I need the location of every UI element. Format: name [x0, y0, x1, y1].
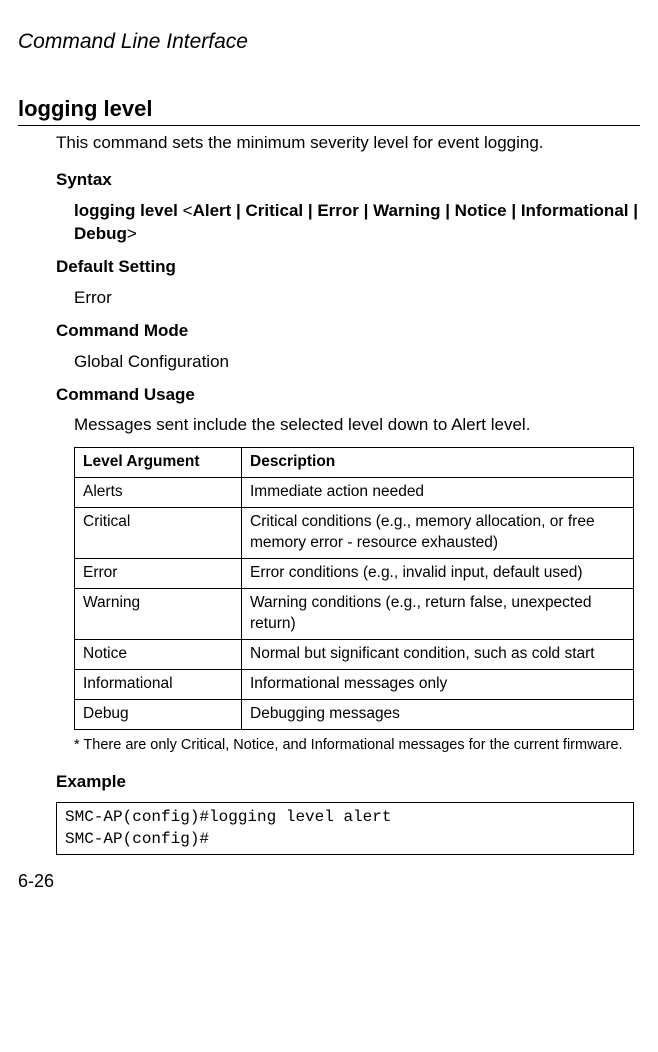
command-mode-heading: Command Mode — [56, 320, 640, 343]
table-header-row: Level Argument Description — [75, 448, 634, 478]
cell-desc: Informational messages only — [242, 669, 634, 699]
section-description: This command sets the minimum severity l… — [56, 132, 640, 155]
command-usage-text: Messages sent include the selected level… — [74, 414, 640, 437]
cell-arg: Alerts — [75, 478, 242, 508]
cell-arg: Debug — [75, 699, 242, 729]
table-row: Error Error conditions (e.g., invalid in… — [75, 559, 634, 589]
command-usage-heading: Command Usage — [56, 384, 640, 407]
cell-desc: Immediate action needed — [242, 478, 634, 508]
table-row: Critical Critical conditions (e.g., memo… — [75, 508, 634, 559]
cell-arg: Warning — [75, 589, 242, 640]
table-row: Notice Normal but significant condition,… — [75, 639, 634, 669]
table-row: Informational Informational messages onl… — [75, 669, 634, 699]
th-description: Description — [242, 448, 634, 478]
cell-desc: Normal but significant condition, such a… — [242, 639, 634, 669]
th-level-argument: Level Argument — [75, 448, 242, 478]
default-setting-heading: Default Setting — [56, 256, 640, 279]
syntax-text: logging level <Alert | Critical | Error … — [74, 200, 640, 246]
command-mode-value: Global Configuration — [74, 351, 640, 374]
cell-arg: Notice — [75, 639, 242, 669]
example-heading: Example — [56, 771, 640, 794]
cell-arg: Critical — [75, 508, 242, 559]
cell-arg: Informational — [75, 669, 242, 699]
levels-table: Level Argument Description Alerts Immedi… — [74, 447, 634, 729]
table-footnote: * There are only Critical, Notice, and I… — [84, 736, 640, 756]
cell-desc: Critical conditions (e.g., memory alloca… — [242, 508, 634, 559]
page-number: 6-26 — [18, 869, 640, 893]
example-code-block: SMC-AP(config)#logging level alert SMC-A… — [56, 802, 634, 855]
table-row: Alerts Immediate action needed — [75, 478, 634, 508]
cell-desc: Debugging messages — [242, 699, 634, 729]
default-setting-value: Error — [74, 287, 640, 310]
table-row: Warning Warning conditions (e.g., return… — [75, 589, 634, 640]
table-row: Debug Debugging messages — [75, 699, 634, 729]
cell-desc: Warning conditions (e.g., return false, … — [242, 589, 634, 640]
cell-arg: Error — [75, 559, 242, 589]
cell-desc: Error conditions (e.g., invalid input, d… — [242, 559, 634, 589]
syntax-heading: Syntax — [56, 169, 640, 192]
section-heading: logging level — [18, 94, 640, 126]
chapter-title: Command Line Interface — [18, 28, 640, 56]
